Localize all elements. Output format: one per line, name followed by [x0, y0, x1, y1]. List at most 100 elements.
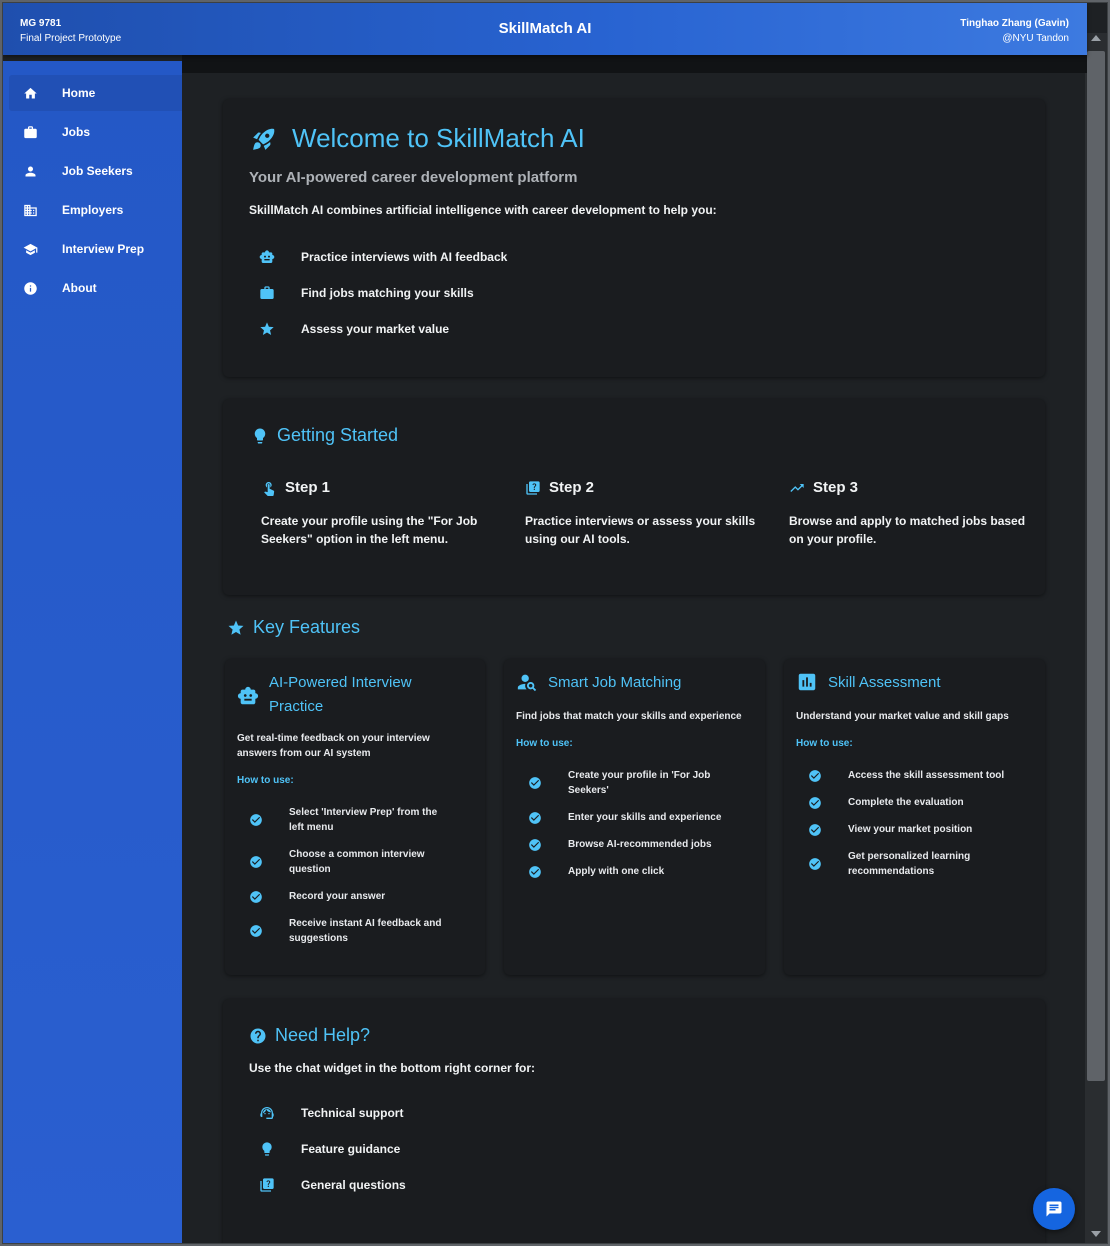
touch-icon — [264, 481, 275, 496]
list-item: Enter your skills and experience — [528, 810, 721, 825]
sidebar-item-jobs[interactable]: Jobs — [9, 114, 182, 150]
step-title: Step 3 — [789, 479, 1029, 496]
feature-card-interview: AI-Powered Interview Practice Get real-ti… — [225, 659, 485, 975]
sidebar-item-label: Employers — [62, 203, 124, 217]
step-card: Step 1 Create your profile using the "Fo… — [261, 479, 501, 548]
list-item: View your market position — [808, 822, 972, 837]
help-intro: Use the chat widget in the bottom right … — [249, 1061, 536, 1075]
user-org: @NYU Tandon — [1002, 33, 1069, 44]
school-icon — [22, 241, 38, 257]
welcome-intro: SkillMatch AI combines artificial intell… — [249, 203, 717, 217]
sidebar-item-label: About — [62, 281, 97, 295]
scroll-thumb[interactable] — [1087, 51, 1105, 1081]
robot-icon — [237, 686, 259, 705]
step-title: Step 1 — [261, 479, 501, 496]
list-item: Feature guidance — [259, 1141, 400, 1157]
feature-title: AI-Powered Interview Practice — [237, 671, 412, 719]
step-card: Step 2 Practice interviews or assess you… — [525, 479, 765, 548]
welcome-subtitle: Your AI-powered career development platf… — [249, 169, 578, 186]
person-search-icon — [517, 674, 537, 692]
sidebar-item-interview-prep[interactable]: Interview Prep — [9, 231, 182, 267]
step-text: Create your profile using the "For Job S… — [261, 514, 478, 546]
chat-icon — [1046, 1201, 1062, 1217]
chat-widget-button[interactable] — [1033, 1188, 1075, 1230]
quiz-icon — [526, 480, 540, 495]
list-item: General questions — [259, 1177, 406, 1193]
step-title: Step 2 — [525, 479, 765, 496]
sidebar-item-home[interactable]: Home — [9, 75, 182, 111]
sidebar-item-label: Job Seekers — [62, 164, 133, 178]
list-item: Find jobs matching your skills — [259, 285, 474, 301]
list-item: Browse AI-recommended jobs — [528, 837, 712, 852]
scroll-down-arrow[interactable] — [1091, 1231, 1101, 1237]
vertical-scrollbar[interactable] — [1085, 33, 1107, 1243]
info-icon — [22, 280, 38, 296]
step-text: Practice interviews or assess your skill… — [525, 514, 756, 546]
sidebar-item-employers[interactable]: Employers — [9, 192, 182, 228]
list-item: Practice interviews with AI feedback — [259, 249, 507, 265]
quiz-icon — [260, 1178, 274, 1192]
building-icon — [22, 202, 38, 218]
feature-description: Understand your market value and skill g… — [796, 711, 1009, 722]
check-circle-icon — [809, 796, 821, 809]
user-name: Tinghao Zhang (Gavin) — [960, 18, 1069, 29]
sidebar-item-label: Home — [62, 86, 96, 100]
welcome-card: Welcome to SkillMatch AI Your AI-powered… — [223, 99, 1045, 377]
sidebar: Home Jobs Job Seekers Employers Intervie… — [3, 61, 182, 1243]
feature-card-skill-assessment: Skill Assessment Understand your market … — [784, 659, 1045, 975]
check-circle-icon — [809, 769, 821, 782]
feature-description: Get real-time feedback on your interview… — [237, 733, 430, 759]
list-item: Complete the evaluation — [808, 795, 964, 810]
check-circle-icon — [529, 777, 541, 789]
check-circle-icon — [529, 838, 541, 851]
analytics-icon — [798, 673, 816, 691]
step-text: Browse and apply to matched jobs based o… — [789, 514, 1026, 546]
list-item: Technical support — [259, 1105, 403, 1121]
check-circle-icon — [809, 858, 821, 870]
help-icon — [250, 1028, 266, 1043]
check-circle-icon — [809, 823, 821, 836]
list-item: Choose a common interview question — [249, 847, 425, 877]
lightbulb-icon — [254, 428, 266, 443]
star-icon — [228, 620, 244, 635]
how-to-label: How to use: — [516, 738, 573, 749]
list-item: Access the skill assessment tool — [808, 768, 1004, 783]
sidebar-item-label: Jobs — [62, 125, 91, 139]
welcome-title: Welcome to SkillMatch AI — [251, 123, 585, 154]
person-icon — [22, 163, 38, 179]
list-item: Assess your market value — [259, 321, 449, 337]
help-card: Need Help? Use the chat widget in the bo… — [223, 999, 1045, 1243]
scroll-up-arrow[interactable] — [1091, 35, 1101, 41]
welcome-title-text: Welcome to SkillMatch AI — [292, 123, 585, 153]
check-circle-icon — [250, 814, 262, 826]
help-title: Need Help? — [249, 1025, 370, 1046]
lightbulb-icon — [262, 1142, 272, 1156]
check-circle-icon — [250, 856, 262, 868]
feature-title: Skill Assessment — [796, 671, 941, 695]
app-title: SkillMatch AI — [498, 20, 592, 37]
trending-up-icon — [790, 483, 804, 492]
how-to-label: How to use: — [237, 775, 294, 786]
star-icon — [260, 322, 274, 335]
list-item: Record your answer — [249, 889, 385, 904]
home-icon — [22, 85, 38, 101]
support-agent-icon — [260, 1107, 274, 1119]
feature-title: Smart Job Matching — [516, 671, 681, 695]
feature-description: Find jobs that match your skills and exp… — [516, 711, 742, 722]
check-circle-icon — [529, 811, 541, 824]
app-window: MG 9781 Final Project Prototype SkillMat… — [2, 2, 1108, 1244]
feature-card-job-matching: Smart Job Matching Find jobs that match … — [504, 659, 765, 975]
getting-started-card: Getting Started Step 1 Create your profi… — [223, 399, 1045, 595]
robot-icon — [259, 250, 275, 263]
check-circle-icon — [250, 925, 262, 937]
list-item: Apply with one click — [528, 864, 664, 879]
sidebar-item-job-seekers[interactable]: Job Seekers — [9, 153, 182, 189]
list-item: Select 'Interview Prep' from the left men… — [249, 805, 437, 835]
list-item: Receive instant AI feedback and suggestio… — [249, 916, 441, 946]
check-circle-icon — [250, 890, 262, 903]
list-item: Create your profile in 'For Job Seekers' — [528, 768, 710, 798]
briefcase-icon — [260, 286, 274, 299]
sidebar-item-about[interactable]: About — [9, 270, 182, 306]
briefcase-icon — [22, 124, 38, 140]
key-features-title: Key Features — [227, 617, 360, 638]
